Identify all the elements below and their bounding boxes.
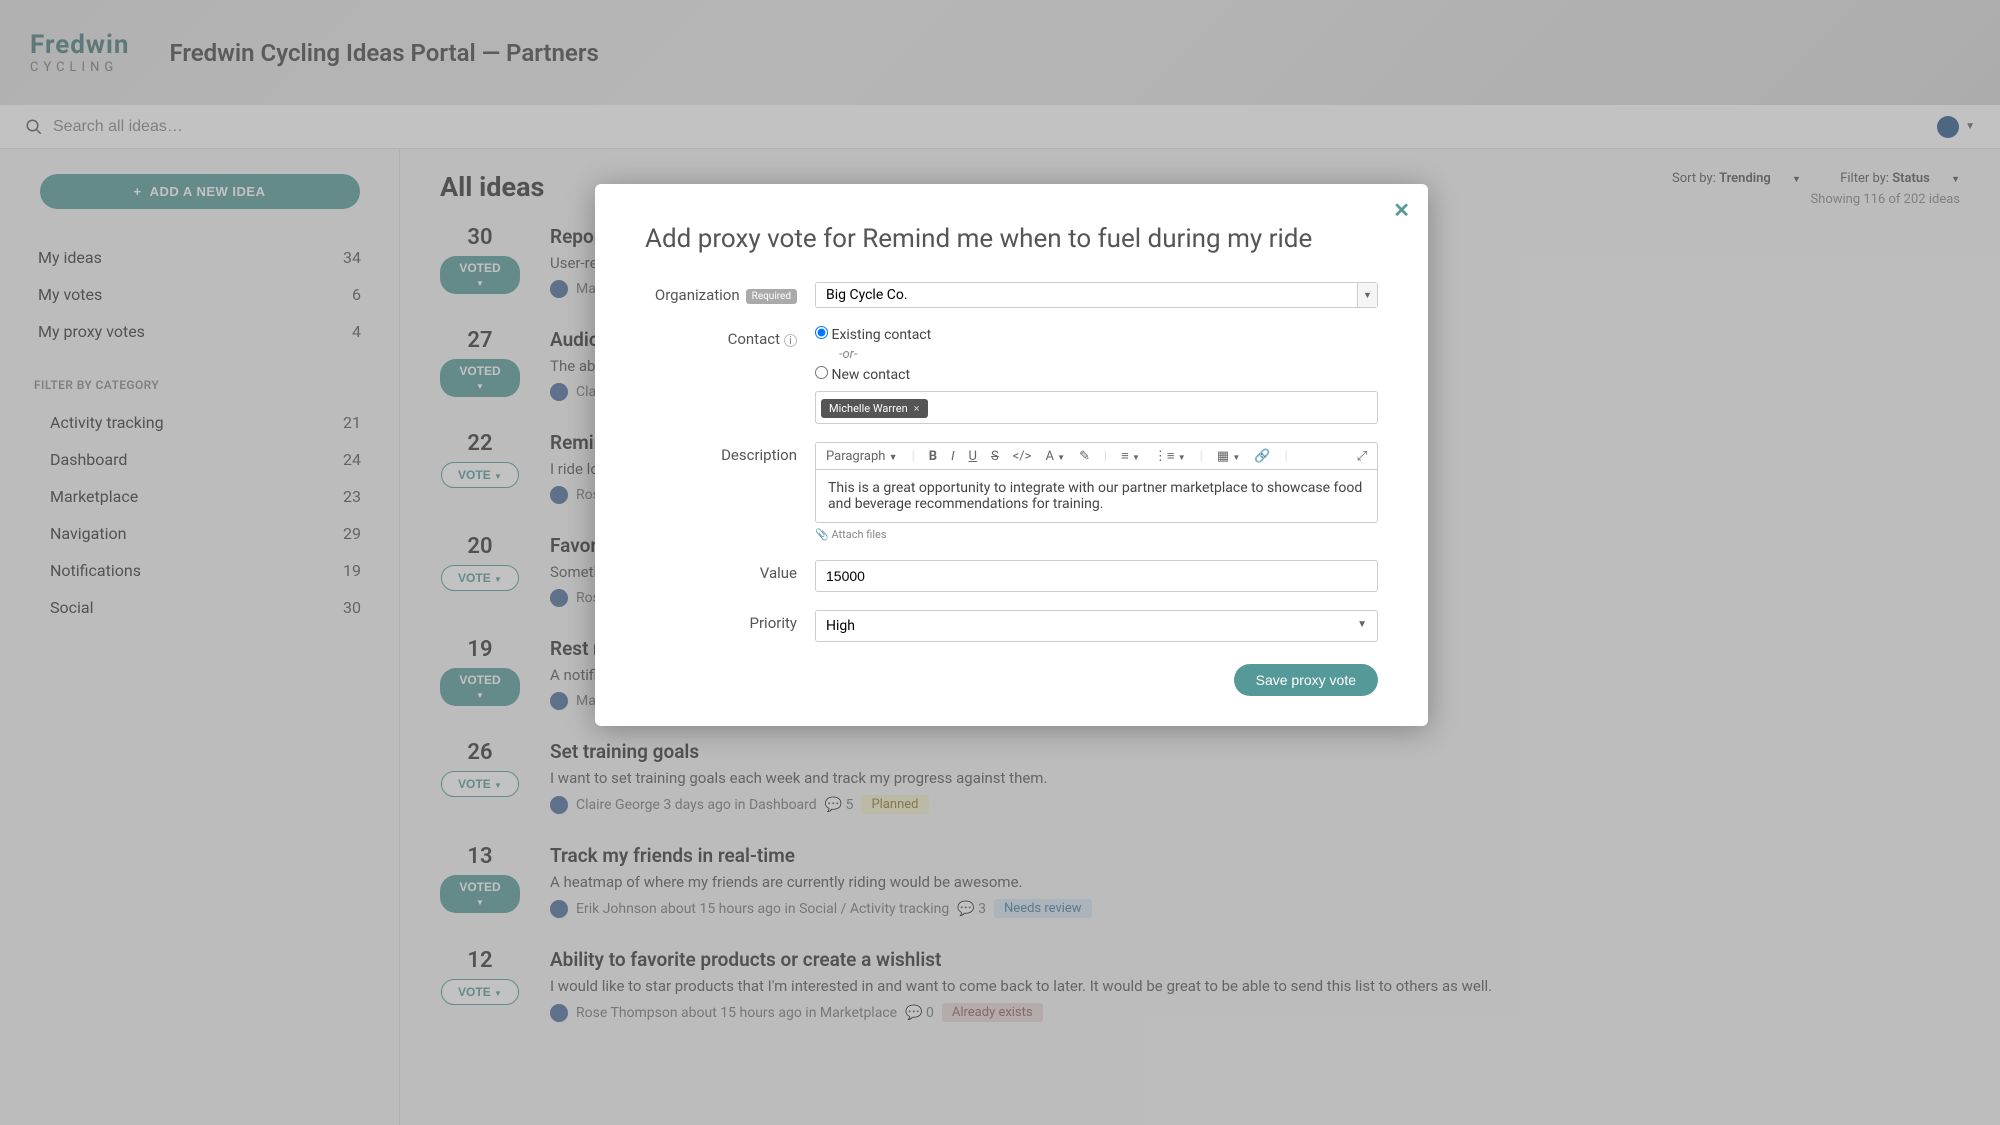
list-icon[interactable]: ⋮≡ ▼ (1154, 448, 1186, 464)
or-divider: -or- (839, 347, 1378, 362)
info-icon[interactable]: i (784, 334, 797, 347)
existing-contact-radio[interactable]: Existing contact (815, 326, 1378, 343)
modal-title: Add proxy vote for Remind me when to fue… (645, 224, 1378, 254)
save-proxy-vote-button[interactable]: Save proxy vote (1234, 664, 1378, 696)
align-icon[interactable]: ≡ ▼ (1121, 448, 1140, 464)
priority-select[interactable]: High ▼ (815, 610, 1378, 642)
attach-files-link[interactable]: 📎 Attach files (815, 528, 887, 541)
table-icon[interactable]: ▦ ▼ (1217, 449, 1240, 464)
highlight-icon[interactable]: ✎ (1079, 449, 1090, 464)
description-label: Description (645, 442, 815, 464)
description-editor[interactable]: This is a great opportunity to integrate… (815, 469, 1378, 523)
close-icon[interactable]: ✕ (1393, 198, 1410, 222)
contact-label: Contacti (645, 326, 815, 348)
new-contact-radio[interactable]: New contact (815, 366, 1378, 383)
value-input[interactable] (815, 560, 1378, 592)
paragraph-dropdown[interactable]: Paragraph ▼ (826, 449, 898, 464)
italic-icon[interactable]: I (951, 449, 954, 464)
expand-icon[interactable]: ⤢ (1357, 449, 1367, 464)
organization-select[interactable]: Big Cycle Co. ▼ (815, 282, 1378, 308)
code-icon[interactable]: </> (1013, 449, 1032, 464)
strike-icon[interactable]: S (991, 449, 999, 464)
chevron-down-icon: ▼ (1357, 283, 1377, 307)
bold-icon[interactable]: B (929, 449, 937, 464)
chevron-down-icon: ▼ (1357, 619, 1367, 630)
underline-icon[interactable]: U (969, 449, 977, 464)
remove-chip-icon[interactable]: × (914, 402, 920, 415)
editor-toolbar: Paragraph ▼ | B I U S </> A ▼ ✎ | ≡ ▼ ⋮≡… (815, 442, 1378, 469)
required-badge: Required (746, 289, 797, 304)
value-label: Value (645, 560, 815, 582)
organization-label: OrganizationRequired (645, 282, 815, 304)
link-icon[interactable]: 🔗 (1254, 449, 1270, 464)
contact-chip[interactable]: Michelle Warren× (821, 399, 928, 418)
proxy-vote-modal: ✕ Add proxy vote for Remind me when to f… (595, 184, 1428, 726)
text-color-icon[interactable]: A ▼ (1045, 449, 1065, 464)
priority-label: Priority (645, 610, 815, 632)
contact-chip-input[interactable]: Michelle Warren× (815, 391, 1378, 424)
